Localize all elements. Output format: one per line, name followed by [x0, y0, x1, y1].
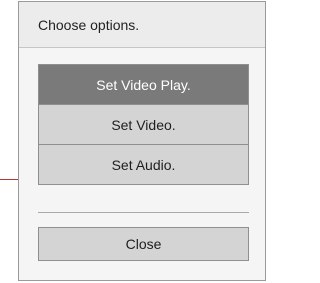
- divider: [38, 212, 249, 213]
- dialog-title: Choose options.: [19, 2, 265, 48]
- accent-line: [0, 179, 18, 180]
- option-set-video[interactable]: Set Video.: [39, 105, 248, 145]
- options-list: Set Video Play. Set Video. Set Audio.: [38, 64, 249, 185]
- option-set-audio[interactable]: Set Audio.: [39, 145, 248, 184]
- options-dialog: Choose options. Set Video Play. Set Vide…: [18, 1, 266, 281]
- close-button[interactable]: Close: [38, 227, 249, 261]
- page: Choose options. Set Video Play. Set Vide…: [0, 0, 268, 283]
- option-set-video-play[interactable]: Set Video Play.: [39, 65, 248, 105]
